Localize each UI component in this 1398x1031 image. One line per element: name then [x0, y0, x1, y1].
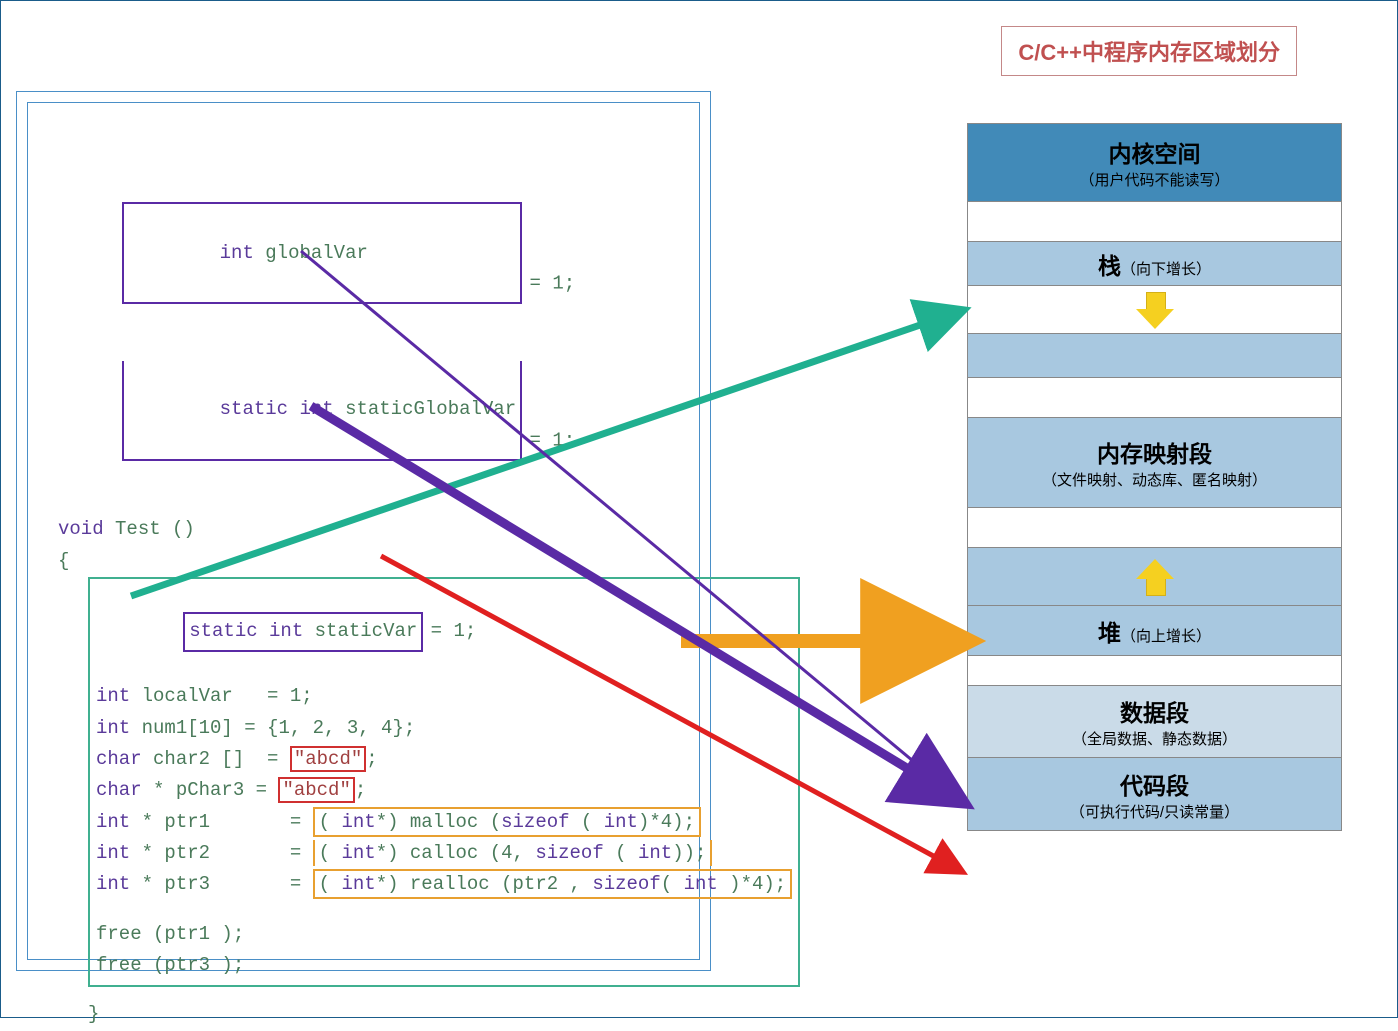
- line-staticvar: static int staticVar = 1;: [96, 583, 792, 681]
- line-brace-close: }: [88, 999, 679, 1030]
- region-mmap: 内存映射段 （文件映射、动态库、匿名映射）: [968, 418, 1341, 508]
- local-vars-box: static int staticVar = 1; int localVar =…: [88, 577, 800, 987]
- line-func: void Test (): [58, 514, 679, 545]
- line-localvar: int localVar = 1;: [96, 681, 792, 712]
- global-vars-box: int globalVar = 1;: [58, 173, 679, 334]
- region-gap-2: [968, 334, 1341, 378]
- code-container-inner: int globalVar = 1; static int staticGlob…: [27, 102, 700, 960]
- region-heap-arrow: [968, 548, 1341, 606]
- region-heap: 堆（向上增长）: [968, 606, 1341, 656]
- region-kernel: 内核空间 （用户代码不能读写）: [968, 124, 1341, 202]
- line-globalvar-init: = 1;: [518, 273, 575, 295]
- region-stack: 栈（向下增长）: [968, 242, 1341, 286]
- line-num1: int num1[10] = {1, 2, 3, 4};: [96, 713, 792, 744]
- region-gap-4: [968, 508, 1341, 548]
- diagram-title: C/C++中程序内存区域划分: [1001, 26, 1297, 76]
- line-free2: free (ptr3 );: [96, 950, 792, 981]
- region-gap-3: [968, 378, 1341, 418]
- arrow-down-icon: [1136, 292, 1174, 327]
- arrow-up-icon: [1136, 558, 1174, 596]
- line-ptr2: int * ptr2 = ( int*) calloc (4, sizeof (…: [96, 838, 792, 869]
- memory-layout: 内核空间 （用户代码不能读写） 栈（向下增长） 内存映射段 （文件映射、动态库、…: [967, 123, 1342, 831]
- line-char2: char char2 [] = "abcd";: [96, 744, 792, 775]
- line-ptr3: int * ptr3 = ( int*) realloc (ptr2 , siz…: [96, 869, 792, 900]
- line-ptr1: int * ptr1 = ( int*) malloc (sizeof ( in…: [96, 807, 792, 838]
- line-brace-open: {: [58, 546, 679, 577]
- code-container-outer: int globalVar = 1; static int staticGlob…: [16, 91, 711, 971]
- line-free1: free (ptr1 );: [96, 919, 792, 950]
- region-gap-5: [968, 656, 1341, 686]
- line-globalvar-decl: int globalVar: [220, 242, 516, 264]
- line-pchar3: char * pChar3 = "abcd";: [96, 775, 792, 806]
- region-stack-arrow: [968, 286, 1341, 334]
- line-staticglobal: static int staticGlobalVar = 1;: [58, 332, 679, 491]
- region-code: 代码段 （可执行代码/只读常量）: [968, 758, 1341, 830]
- region-gap-1: [968, 202, 1341, 242]
- region-data: 数据段 （全局数据、静态数据）: [968, 686, 1341, 758]
